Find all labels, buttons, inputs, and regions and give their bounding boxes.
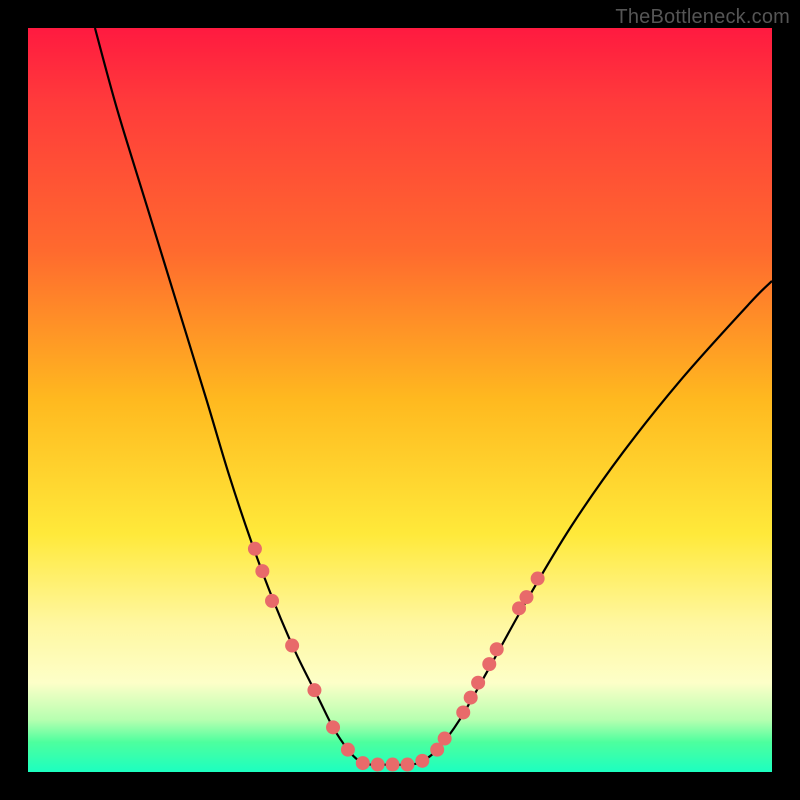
curve-marker [307,683,321,697]
curve-marker [464,691,478,705]
curve-marker [531,572,545,586]
curve-marker [438,732,452,746]
bottleneck-curve [95,28,772,765]
watermark-text: TheBottleneck.com [615,6,790,29]
curve-marker [356,756,370,770]
curve-markers [248,542,545,772]
curve-marker [265,594,279,608]
curve-marker [326,720,340,734]
curve-marker [490,642,504,656]
curve-marker [248,542,262,556]
curve-marker [519,590,533,604]
curve-marker [471,676,485,690]
curve-marker [371,758,385,772]
curve-marker [285,639,299,653]
curve-marker [386,758,400,772]
curve-marker [255,564,269,578]
curve-marker [482,657,496,671]
curve-marker [415,754,429,768]
curve-marker [400,758,414,772]
plot-area [28,28,772,772]
curve-marker [341,743,355,757]
curve-svg [28,28,772,772]
chart-frame: TheBottleneck.com [0,0,800,800]
curve-marker [456,705,470,719]
